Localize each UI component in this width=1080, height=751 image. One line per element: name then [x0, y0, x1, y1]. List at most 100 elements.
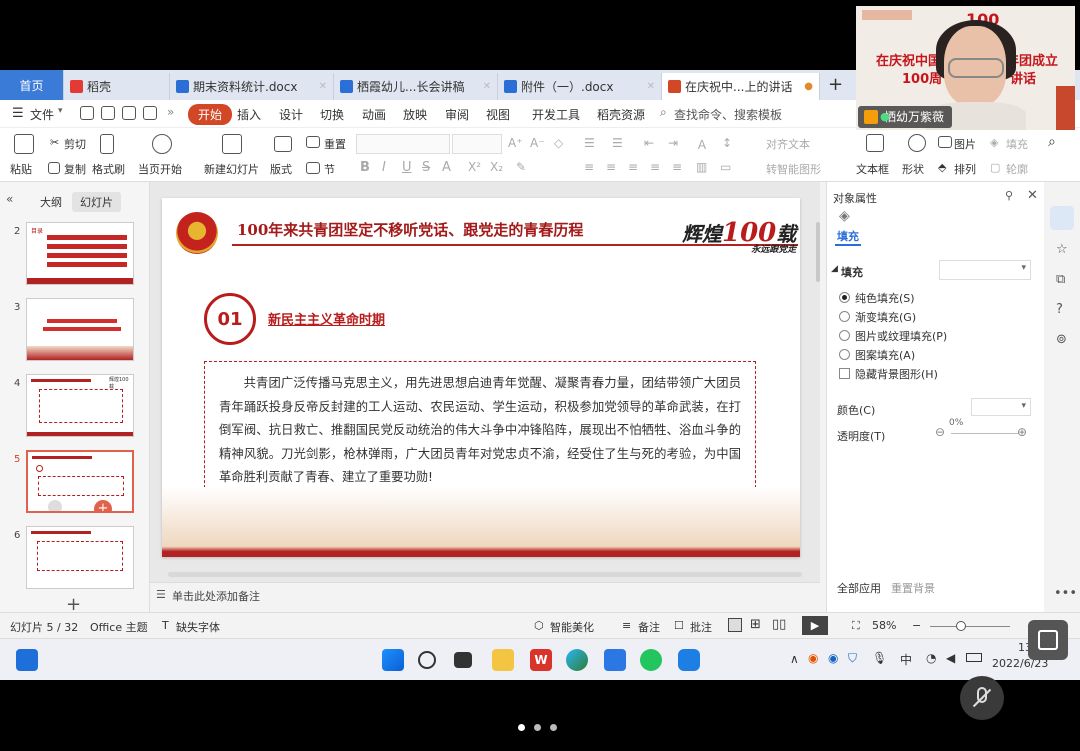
slide-thumb-3[interactable] — [26, 298, 134, 361]
menu-developer[interactable]: 开发工具 — [532, 106, 580, 123]
tray-app-icon[interactable]: ◉ — [808, 651, 818, 665]
play-slideshow-button[interactable]: ▶ — [802, 616, 828, 635]
radio-picture[interactable] — [839, 330, 850, 341]
align-text-button[interactable]: 对齐文本 — [766, 136, 810, 152]
section-number[interactable]: 01 — [204, 293, 256, 345]
close-icon[interactable]: ✕ — [483, 81, 491, 92]
bullets-icon[interactable]: ☰ — [584, 136, 595, 150]
fit-window-icon[interactable]: ⛶ — [852, 619, 860, 633]
color-picker[interactable]: ▾ — [971, 398, 1031, 416]
shape-button[interactable]: 形状 — [902, 161, 924, 177]
radio-solid[interactable] — [839, 292, 850, 303]
distribute-icon[interactable]: ≡ — [672, 160, 682, 174]
zoom-level[interactable]: 58% — [872, 619, 896, 632]
section-button[interactable]: 节 — [324, 161, 335, 177]
menu-home[interactable]: 开始 — [188, 104, 233, 125]
bold-icon[interactable]: B — [360, 160, 370, 175]
tray-chevron-icon[interactable]: ∧ — [790, 652, 799, 666]
notes-toggle-button[interactable]: 备注 — [638, 619, 660, 635]
export-icon[interactable] — [101, 106, 115, 120]
close-icon[interactable]: ✕ — [1027, 188, 1038, 203]
fill-type-select[interactable]: ▾ — [939, 260, 1031, 280]
slide-5[interactable]: 100年来共青团坚定不移听党话、跟党走的青春历程 辉煌100载 永远跟党走 01… — [162, 198, 800, 557]
menu-animation[interactable]: 动画 — [362, 106, 386, 123]
indent-decrease-icon[interactable]: ⇤ — [644, 136, 654, 150]
menu-insert[interactable]: 插入 — [237, 106, 261, 123]
align-left-icon[interactable]: ≡ — [584, 160, 594, 174]
print-icon[interactable] — [122, 106, 136, 120]
menu-transition[interactable]: 切换 — [320, 106, 344, 123]
justify-icon[interactable]: ≡ — [650, 160, 660, 174]
transition-icon[interactable]: ⧉ — [1056, 272, 1065, 287]
new-slide-button[interactable]: 新建幻灯片 — [204, 161, 259, 177]
fullscreen-expand-button[interactable] — [1028, 620, 1068, 660]
search-icon[interactable] — [418, 651, 436, 669]
pin-icon[interactable]: ⚲ — [1005, 189, 1013, 202]
zoom-out-icon[interactable]: − — [912, 619, 921, 632]
close-icon[interactable]: ✕ — [647, 81, 655, 92]
horizontal-scrollbar[interactable] — [168, 572, 802, 577]
chevron-down-icon[interactable]: ▾ — [58, 106, 63, 116]
opt-gradient-fill[interactable]: 渐变填充(G) — [855, 309, 916, 325]
align-right-icon[interactable]: ≡ — [628, 160, 638, 174]
file-explorer-icon[interactable] — [492, 649, 514, 671]
collapse-panel-icon[interactable]: « — [6, 192, 13, 206]
paste-button[interactable]: 粘贴 — [10, 161, 32, 177]
plus-icon[interactable]: ⊕ — [1017, 425, 1027, 439]
columns-icon[interactable]: ▥ — [696, 160, 707, 174]
copy-button[interactable]: 复制 — [64, 161, 86, 177]
command-search[interactable]: 查找命令、搜索模板 — [674, 106, 782, 123]
clear-format-icon[interactable]: ◇ — [554, 136, 563, 150]
opt-pattern-fill[interactable]: 图案填充(A) — [855, 347, 915, 363]
smart-beautify-button[interactable]: 智能美化 — [550, 619, 594, 635]
tab-daoke[interactable]: 稻壳 — [64, 73, 170, 100]
apply-all-button[interactable]: 全部应用 — [837, 580, 881, 596]
italic-icon[interactable]: I — [382, 160, 386, 175]
edge-browser-icon[interactable] — [566, 649, 588, 671]
font-size-select[interactable] — [452, 134, 502, 154]
widgets-icon[interactable] — [16, 649, 38, 671]
slide-thumb-4[interactable]: 辉煌100载 — [26, 374, 134, 437]
slide-thumb-2[interactable]: 目录 — [26, 222, 134, 285]
volume-icon[interactable]: ◀ — [946, 651, 955, 665]
microphone-icon[interactable]: 🎙 — [872, 651, 887, 665]
notes-placeholder[interactable]: 单击此处添加备注 — [172, 588, 260, 604]
smart-shape-button[interactable]: 转智能图形 — [766, 161, 821, 177]
fill-button[interactable]: 填充 — [1006, 136, 1028, 152]
text-direction-icon[interactable]: Ａ — [696, 136, 708, 153]
tab-presentation[interactable]: 在庆祝中...上的讲话 ● — [662, 73, 820, 100]
tab-slides[interactable]: 幻灯片 — [72, 192, 121, 212]
mute-microphone-button[interactable] — [960, 676, 1004, 720]
slide-sorter-icon[interactable]: ⊞ — [750, 617, 761, 632]
theme-name[interactable]: Office 主题 — [90, 619, 148, 635]
thumb-play-icon[interactable] — [48, 500, 62, 511]
outline-button[interactable]: 轮廓 — [1006, 161, 1028, 177]
reading-view-icon[interactable]: ▯▯ — [772, 617, 786, 632]
tab-doc-attachment[interactable]: 附件（一）.docx ✕ — [498, 73, 662, 100]
vertical-scrollbar[interactable] — [816, 222, 820, 282]
body-textbox[interactable]: 共青团广泛传播马克思主义，用先进思想启迪青年觉醒、凝聚青春力量，团结带领广大团员… — [204, 361, 756, 493]
opt-solid-fill[interactable]: 纯色填充(S) — [855, 290, 915, 306]
picture-button[interactable]: 图片 — [954, 136, 976, 152]
location-icon[interactable]: ⊚ — [1056, 332, 1067, 347]
page-dot[interactable] — [550, 724, 557, 731]
search-icon[interactable]: ⌕ — [660, 105, 667, 120]
menu-view[interactable]: 视图 — [486, 106, 510, 123]
subscript-icon[interactable]: X₂ — [490, 160, 503, 174]
paste-icon[interactable] — [14, 134, 34, 154]
page-dot[interactable] — [518, 724, 525, 731]
tray-app-icon[interactable]: ◉ — [828, 651, 838, 665]
reset-background-button[interactable]: 重置背景 — [891, 580, 935, 596]
wifi-icon[interactable]: ◔ — [926, 651, 936, 665]
menu-slideshow[interactable]: 放映 — [403, 106, 427, 123]
superscript-icon[interactable]: X² — [468, 160, 481, 174]
strike-icon[interactable]: S — [422, 160, 430, 175]
wps-office-icon[interactable]: W — [530, 649, 552, 671]
slide-thumb-5-selected[interactable]: + — [26, 450, 134, 513]
minus-icon[interactable]: ⊖ — [935, 425, 945, 439]
format-painter-button[interactable]: 格式刷 — [92, 161, 125, 177]
save-icon[interactable] — [80, 106, 94, 120]
textbox-button[interactable]: 文本框 — [856, 161, 889, 177]
find-icon[interactable]: ⌕ — [1048, 134, 1056, 150]
tab-outline[interactable]: 大纲 — [32, 192, 70, 212]
